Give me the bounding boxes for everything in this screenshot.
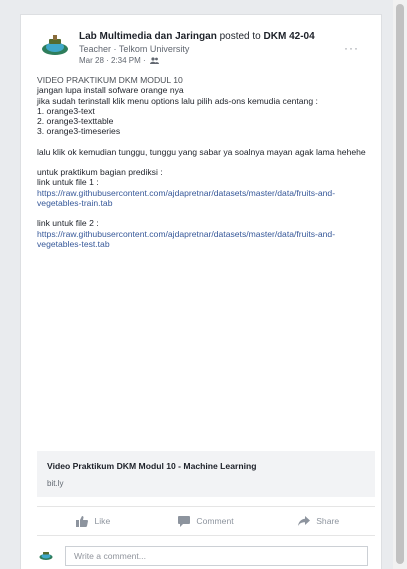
post-line: jika sudah terinstall klik menu options … bbox=[37, 95, 318, 106]
post-timestamp-line: Mar 28 · 2:34 PM · bbox=[79, 56, 159, 65]
post-line: link untuk file 1 : bbox=[37, 177, 99, 188]
post-line: 2. orange3-texttable bbox=[37, 116, 114, 127]
comment-label: Comment bbox=[196, 516, 234, 526]
post-card: Lab Multimedia dan Jaringan posted to DK… bbox=[20, 14, 382, 569]
post-line: jangan lupa install sofware orange nya bbox=[37, 85, 184, 96]
post-title-line: VIDEO PRAKTIKUM DKM MODUL 10 bbox=[37, 75, 183, 85]
share-icon bbox=[298, 516, 311, 526]
post-body: VIDEO PRAKTIKUM DKM MODUL 10 jangan lupa… bbox=[37, 75, 367, 249]
scrollbar-track[interactable] bbox=[393, 0, 407, 569]
file2-link[interactable]: https://raw.githubusercontent.com/ajdapr… bbox=[37, 229, 335, 249]
share-label: Share bbox=[316, 516, 340, 526]
author-avatar[interactable] bbox=[37, 29, 73, 65]
thumbs-up-icon bbox=[76, 515, 89, 527]
posted-to-text: posted to bbox=[216, 31, 264, 42]
post-line: 1. orange3-text bbox=[37, 105, 95, 116]
comment-composer bbox=[37, 546, 375, 568]
group-name[interactable]: DKM 42-04 bbox=[264, 31, 315, 42]
post-line: link untuk file 2 : bbox=[37, 218, 99, 229]
post-line: untuk praktikum bagian prediksi : bbox=[37, 167, 163, 178]
post-header: Lab Multimedia dan Jaringan posted to DK… bbox=[37, 27, 367, 67]
comment-icon bbox=[178, 515, 191, 527]
link-preview-card[interactable]: Video Praktikum DKM Modul 10 - Machine L… bbox=[37, 451, 375, 497]
group-icon bbox=[149, 57, 159, 64]
like-button[interactable]: Like bbox=[37, 507, 150, 535]
file1-link[interactable]: https://raw.githubusercontent.com/ajdapr… bbox=[37, 188, 335, 208]
comment-input[interactable] bbox=[65, 546, 368, 566]
commenter-avatar bbox=[37, 547, 55, 565]
post-actions-bar: Like Comment Share bbox=[37, 506, 375, 536]
author-line: Lab Multimedia dan Jaringan posted to DK… bbox=[79, 31, 315, 43]
post-line: 3. orange3-timeseries bbox=[37, 126, 121, 137]
comment-button[interactable]: Comment bbox=[150, 507, 263, 535]
scrollbar-thumb[interactable] bbox=[396, 4, 404, 564]
author-role: Teacher · Telkom University bbox=[79, 44, 190, 54]
like-label: Like bbox=[94, 516, 111, 526]
post-timestamp[interactable]: Mar 28 · 2:34 PM · bbox=[79, 56, 146, 65]
share-button[interactable]: Share bbox=[262, 507, 375, 535]
link-preview-title: Video Praktikum DKM Modul 10 - Machine L… bbox=[47, 461, 257, 471]
author-name[interactable]: Lab Multimedia dan Jaringan bbox=[79, 31, 217, 42]
post-line: lalu klik ok kemudian tunggu, tunggu yan… bbox=[37, 146, 366, 157]
link-preview-domain: bit.ly bbox=[47, 479, 64, 488]
more-options-icon[interactable]: ··· bbox=[344, 41, 359, 55]
